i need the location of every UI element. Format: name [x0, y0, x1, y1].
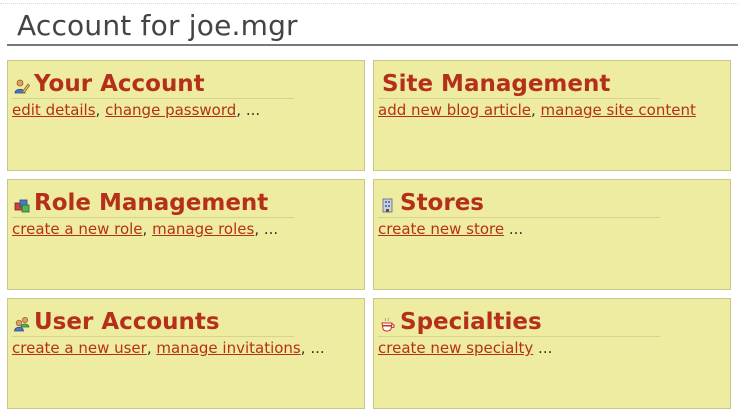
users-icon — [14, 316, 30, 332]
card-divider — [378, 336, 660, 337]
card-divider — [12, 217, 294, 218]
more-ellipsis: ... — [263, 220, 279, 238]
card-header: Site Management — [380, 69, 610, 99]
manage-invitations-link[interactable]: manage invitations — [156, 339, 300, 357]
user-edit-icon — [14, 78, 30, 94]
card-links: add new blog article, manage site conten… — [378, 101, 696, 119]
more-ellipsis: ... — [538, 339, 553, 357]
roles-icon — [14, 197, 30, 213]
card-title: Site Management — [382, 71, 611, 97]
more-ellipsis: ... — [508, 220, 524, 238]
create-user-link[interactable]: create a new user — [12, 339, 147, 357]
card-site-management: Site Management add new blog article, ma… — [373, 60, 731, 171]
card-header: Your Account — [14, 69, 205, 99]
more-ellipsis: ... — [245, 101, 261, 119]
create-role-link[interactable]: create a new role — [12, 220, 143, 238]
card-specialties: Specialties create new specialty ... — [373, 298, 731, 409]
card-title: Stores — [400, 190, 484, 216]
card-links: edit details, change password, ... — [12, 101, 261, 119]
top-dotted-border — [0, 3, 738, 4]
page-title: Account for joe.mgr — [17, 9, 298, 42]
coffee-cup-icon — [380, 316, 396, 332]
change-password-link[interactable]: change password — [105, 101, 236, 119]
card-links: create a new role, manage roles, ... — [12, 220, 279, 238]
card-header: Specialties — [380, 307, 542, 337]
create-specialty-link[interactable]: create new specialty — [378, 339, 533, 357]
create-store-link[interactable]: create new store — [378, 220, 504, 238]
building-icon — [380, 197, 396, 213]
card-stores: Stores create new store ... — [373, 179, 731, 290]
card-divider — [12, 98, 294, 99]
card-header: Stores — [380, 188, 484, 218]
add-blog-article-link[interactable]: add new blog article — [378, 101, 531, 119]
more-ellipsis: ... — [310, 339, 325, 357]
card-header: Role Management — [14, 188, 268, 218]
edit-details-link[interactable]: edit details — [12, 101, 96, 119]
title-divider — [7, 44, 738, 46]
card-user-accounts: User Accounts create a new user, manage … — [7, 298, 365, 409]
card-links: create new specialty ... — [378, 339, 726, 358]
manage-roles-link[interactable]: manage roles — [152, 220, 254, 238]
card-links: create a new user, manage invitations, .… — [12, 339, 325, 357]
card-your-account: Your Account edit details, change passwo… — [7, 60, 365, 171]
card-title: Your Account — [34, 71, 205, 97]
card-divider — [378, 217, 660, 218]
card-divider — [12, 336, 294, 337]
card-links: create new store ... — [378, 220, 726, 239]
manage-site-content-link[interactable]: manage site content — [541, 101, 696, 119]
card-title: Specialties — [400, 309, 542, 335]
card-divider — [378, 98, 660, 99]
card-role-management: Role Management create a new role, manag… — [7, 179, 365, 290]
card-header: User Accounts — [14, 307, 220, 337]
card-title: User Accounts — [34, 309, 220, 335]
card-title: Role Management — [34, 190, 269, 216]
